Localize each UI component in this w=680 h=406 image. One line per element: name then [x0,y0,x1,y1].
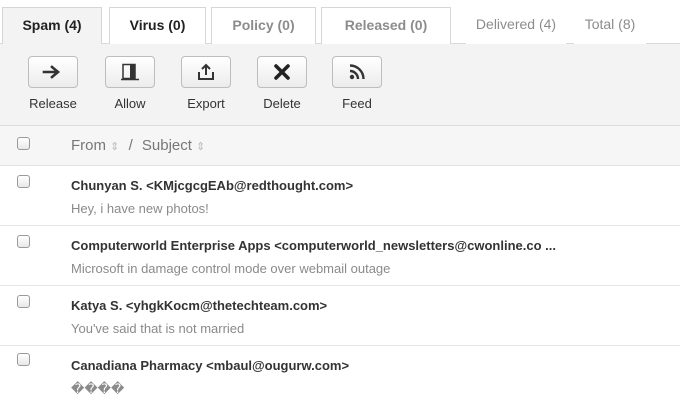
message-subject: You've said that is not married [71,321,245,336]
column-header: From ⇕ / Subject ⇕ [0,126,680,166]
subject-column-label[interactable]: Subject [142,137,192,154]
row-checkbox[interactable] [17,235,30,248]
release-icon [28,56,78,88]
delivered-count: Delivered (4) [466,7,566,44]
total-count: Total (8) [574,7,646,44]
release-label: Release [29,96,77,111]
delete-label: Delete [263,96,301,111]
delete-button[interactable]: Delete [251,56,313,118]
allow-label: Allow [114,96,146,111]
export-button[interactable]: Export [175,56,237,118]
message-subject: Microsoft in damage control mode over we… [71,261,391,276]
export-icon [181,56,231,88]
delete-icon [257,56,307,88]
tab-released[interactable]: Released (0) [321,7,451,44]
message-subject: Hey, i have new photos! [71,201,209,216]
allow-button[interactable]: Allow [99,56,161,118]
tab-virus[interactable]: Virus (0) [109,7,206,44]
message-row[interactable]: Computerworld Enterprise Apps <computerw… [0,226,680,286]
feed-button[interactable]: Feed [326,56,388,118]
message-subject: ���� [71,381,125,396]
allow-icon [105,56,155,88]
tab-spam[interactable]: Spam (4) [2,7,102,45]
column-header-labels: From ⇕ / Subject ⇕ [71,137,205,154]
tab-bar: Spam (4) Virus (0) Policy (0) Released (… [0,0,680,45]
tab-policy[interactable]: Policy (0) [211,7,316,44]
rss-feed-icon [332,56,382,88]
row-checkbox[interactable] [17,295,30,308]
message-row[interactable]: Chunyan S. <KMjcgcgEAb@redthought.com> H… [0,166,680,226]
row-checkbox[interactable] [17,353,30,366]
message-sender: Canadiana Pharmacy <mbaul@ougurw.com> [71,358,350,373]
select-all-checkbox[interactable] [17,137,30,150]
row-checkbox[interactable] [17,175,30,188]
message-sender: Chunyan S. <KMjcgcgEAb@redthought.com> [71,178,354,193]
message-sender: Computerworld Enterprise Apps <computerw… [71,238,556,253]
message-row[interactable]: Canadiana Pharmacy <mbaul@ougurw.com> ��… [0,346,680,406]
column-separator: / [128,137,133,154]
export-label: Export [187,96,225,111]
sort-from-icon[interactable]: ⇕ [110,141,119,153]
sort-subject-icon[interactable]: ⇕ [196,141,205,153]
release-button[interactable]: Release [22,56,84,118]
message-row[interactable]: Katya S. <yhgkKocm@thetechteam.com> You'… [0,286,680,346]
action-toolbar: Release Allow Export Delete Feed [0,44,680,126]
from-column-label[interactable]: From [71,137,106,154]
feed-label: Feed [342,96,372,111]
message-sender: Katya S. <yhgkKocm@thetechteam.com> [71,298,328,313]
